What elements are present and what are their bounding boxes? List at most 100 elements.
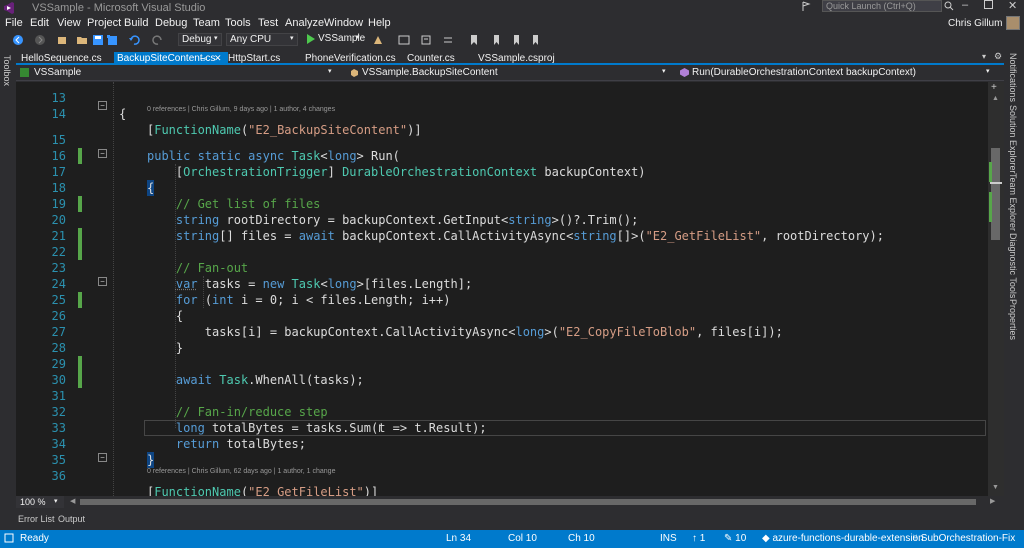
caret-position-marker [990,182,1002,184]
scrollbar-thumb[interactable] [991,148,1000,240]
notifications-tab[interactable]: Notifications [1008,53,1018,102]
menu-tools[interactable]: Tools [225,17,251,29]
tab-backupsitecontent[interactable]: BackupSiteContent.cs ⊸ ✕ [114,52,228,65]
user-name[interactable]: Chris Gillum [948,18,1002,29]
toolbox-tab[interactable]: Toolbox [2,55,12,86]
save-all-icon[interactable] [106,34,118,46]
tab-httpstart[interactable]: HttpStart.cs [225,52,283,65]
code-line: 28 [16,324,988,355]
title-bar: VSSample - Microsoft Visual Studio Quick… [0,0,1024,16]
tab-counter[interactable]: Counter.cs [404,52,458,65]
code-line: 19 string rootDirectory = backupContext.… [16,180,988,227]
vertical-scrollbar[interactable]: + ▲ ▼ [988,82,1004,496]
menu-test[interactable]: Test [258,17,278,29]
pin-icon[interactable]: ⊸ [200,52,207,65]
scroll-down-icon[interactable]: ▼ [992,484,999,491]
code-line: 31 // Fan-in/reduce step [16,372,988,419]
comment-icon[interactable] [442,34,454,46]
minimize-button[interactable]: – [962,0,968,11]
forward-icon[interactable] [34,34,46,46]
horizontal-scrollbar-thumb[interactable] [80,499,976,505]
menu-help[interactable]: Help [368,17,391,29]
solution-explorer-tab[interactable]: Solution Explorer [1008,105,1018,174]
tab-list-dropdown-icon[interactable]: ▾ [982,52,986,61]
solution-configuration-value: Debug [182,34,212,45]
scroll-up-icon[interactable]: ▲ [992,95,999,102]
solution-platform-dropdown[interactable]: Any CPU ▾ [226,33,298,46]
pending-changes-count: 10 [735,533,747,544]
unpublished-commits-button[interactable]: ↑ 1 [692,533,705,544]
tab-phoneverification[interactable]: PhoneVerification.cs [302,52,399,65]
tab-hellosequence[interactable]: HelloSequence.cs [18,52,105,65]
codelens-info[interactable]: 0 references | Chris Gillum, 62 days ago… [147,468,335,477]
search-icon[interactable] [944,1,954,11]
menu-edit[interactable]: Edit [30,17,49,29]
open-file-icon[interactable] [76,34,88,46]
menu-analyze[interactable]: Analyze [285,17,324,29]
scroll-left-icon[interactable]: ◀ [70,497,75,505]
clear-bookmarks-icon[interactable] [530,34,542,46]
avatar[interactable] [1006,16,1020,30]
member-dropdown[interactable]: Run(DurableOrchestrationContext backupCo… [680,67,998,80]
menu-window[interactable]: Window [324,17,363,29]
code-line: 25 { [16,276,988,323]
close-tab-icon[interactable]: ✕ [214,52,222,65]
code-line: 18 // Get list of files [16,164,988,211]
menu-build[interactable]: Build [124,17,148,29]
code-line: 21 [16,212,988,243]
tab-output[interactable]: Output [58,514,85,524]
code-line: 33 return totalBytes; [16,404,988,451]
new-project-icon[interactable] [56,34,68,46]
status-icon [4,533,14,543]
zoom-dropdown[interactable]: 100 % ▾ [16,496,64,508]
branch-button[interactable]: ⑂ SubOrchestration-Fix [912,533,1015,544]
tab-vssample-csproj[interactable]: VSSample.csproj [475,52,558,65]
scroll-right-icon[interactable]: ▶ [990,497,995,505]
team-explorer-tab[interactable]: Team Explorer [1008,173,1018,231]
code-editor[interactable]: − − − − 13 { 14 [FunctionName("E2_Backup… [16,82,988,496]
diagnostic-tools-tab[interactable]: Diagnostic Tools [1008,233,1018,298]
horizontal-scrollbar-row: 100 % ▾ ◀ ▶ [16,496,1004,508]
undo-icon[interactable] [128,34,140,46]
properties-tab[interactable]: Properties [1008,299,1018,340]
type-dropdown[interactable]: VSSample.BackupSiteContent ▾ [346,67,674,80]
bookmark-icon[interactable] [468,34,480,46]
menu-view[interactable]: View [57,17,81,29]
pending-changes-button[interactable]: ✎ 10 [724,533,746,544]
start-debugging-button[interactable]: VSSample ▾ [304,33,365,46]
solution-explorer-icon[interactable] [398,34,410,46]
document-tab-bar: HelloSequence.cs BackupSiteContent.cs ⊸ … [16,51,1004,65]
tab-error-list[interactable]: Error List [18,514,55,524]
status-char: Ch 10 [568,533,595,544]
project-dropdown[interactable]: VSSample ▾ [16,67,340,80]
notification-flag-icon[interactable] [800,0,814,14]
menu-debug[interactable]: Debug [155,17,187,29]
code-line: 17 { [16,148,988,196]
split-view-icon[interactable]: + [991,82,997,93]
class-icon [350,68,359,77]
back-icon[interactable] [12,34,24,46]
settings-gear-icon[interactable]: ⚙ [994,51,1002,62]
code-line: 24 for (int i = 0; i < files.Length; i++… [16,260,988,307]
maximize-button[interactable] [984,0,993,9]
type-name: VSSample.BackupSiteContent [362,67,498,78]
prev-bookmark-icon[interactable] [490,34,502,46]
repository-button[interactable]: ◆ azure-functions-durable-extension [762,533,924,544]
menu-team[interactable]: Team [193,17,220,29]
next-bookmark-icon[interactable] [510,34,522,46]
unpublished-commits-count: 1 [699,533,706,544]
solution-configuration-dropdown[interactable]: Debug ▾ [178,33,222,46]
save-icon[interactable] [92,34,104,46]
menu-project[interactable]: Project [87,17,121,29]
status-ready: Ready [20,533,49,544]
redo-icon[interactable] [152,34,164,46]
branch-icon: ⑂ [912,533,918,544]
menu-file[interactable]: File [5,17,23,29]
quick-launch-input[interactable]: Quick Launch (Ctrl+Q) [822,0,942,12]
code-line: 22 // Fan-out [16,228,988,275]
codelens-info[interactable]: 0 references | Chris Gillum, 9 days ago … [147,106,335,115]
csharp-project-icon [20,68,29,77]
properties-icon[interactable] [420,34,432,46]
close-button[interactable]: ✕ [1008,0,1017,12]
browser-link-icon[interactable] [372,34,384,46]
